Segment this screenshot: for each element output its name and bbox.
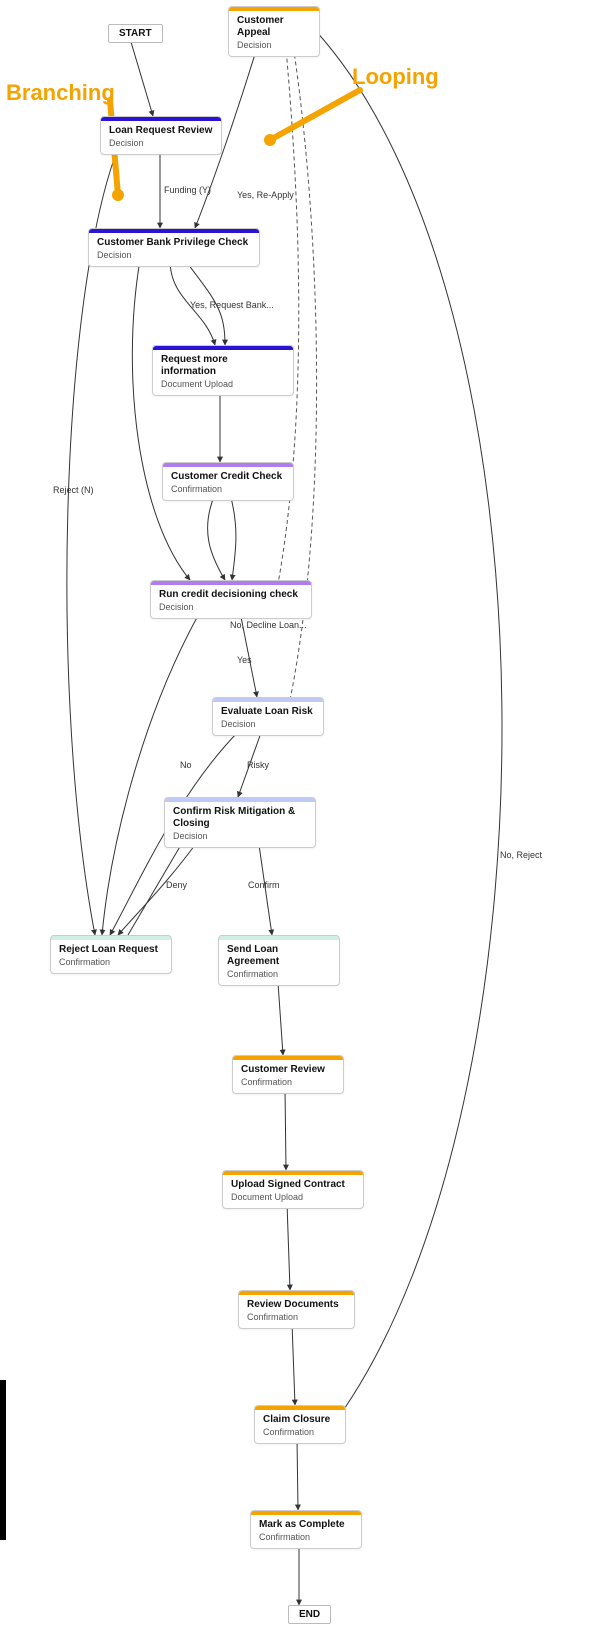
label-rejectn: Reject (N) xyxy=(53,485,94,495)
label-deny: Deny xyxy=(166,880,187,890)
node-upload-contract: Upload Signed ContractDocument Upload xyxy=(222,1170,364,1209)
node-customer-appeal: Customer AppealDecision xyxy=(228,6,320,57)
node-request-info: Request more informationDocument Upload xyxy=(152,345,294,396)
annotation-branching: Branching xyxy=(6,80,115,106)
node-mark-complete: Mark as CompleteConfirmation xyxy=(250,1510,362,1549)
label-reapply: Yes, Re-Apply xyxy=(237,190,294,200)
node-privilege-check: Customer Bank Privilege CheckDecision xyxy=(88,228,260,267)
label-funding: Funding (Y) xyxy=(164,185,211,195)
start-terminal: START xyxy=(108,24,163,43)
node-confirm-risk: Confirm Risk Mitigation & ClosingDecisio… xyxy=(164,797,316,848)
label-yes: Yes xyxy=(237,655,252,665)
label-confirm: Confirm xyxy=(248,880,280,890)
node-claim-closure: Claim ClosureConfirmation xyxy=(254,1405,346,1444)
label-risky: Risky xyxy=(247,760,269,770)
node-loan-review: Loan Request ReviewDecision xyxy=(100,116,222,155)
node-send-agreement: Send Loan AgreementConfirmation xyxy=(218,935,340,986)
node-credit-check: Customer Credit CheckConfirmation xyxy=(162,462,294,501)
node-review-docs: Review DocumentsConfirmation xyxy=(238,1290,355,1329)
node-evaluate-risk: Evaluate Loan RiskDecision xyxy=(212,697,324,736)
end-terminal: END xyxy=(288,1605,331,1624)
label-no: No xyxy=(180,760,192,770)
left-black-strip xyxy=(0,1380,6,1540)
node-reject: Reject Loan RequestConfirmation xyxy=(50,935,172,974)
label-decline: No, Decline Loan... xyxy=(230,620,307,630)
label-noreject: No, Reject xyxy=(500,850,542,860)
label-reqbank: Yes, Request Bank... xyxy=(190,300,274,310)
node-customer-review: Customer ReviewConfirmation xyxy=(232,1055,344,1094)
node-run-decisioning: Run credit decisioning checkDecision xyxy=(150,580,312,619)
annotation-looping: Looping xyxy=(352,64,439,90)
flow-canvas: START END Customer AppealDecision Loan R… xyxy=(0,0,599,1650)
